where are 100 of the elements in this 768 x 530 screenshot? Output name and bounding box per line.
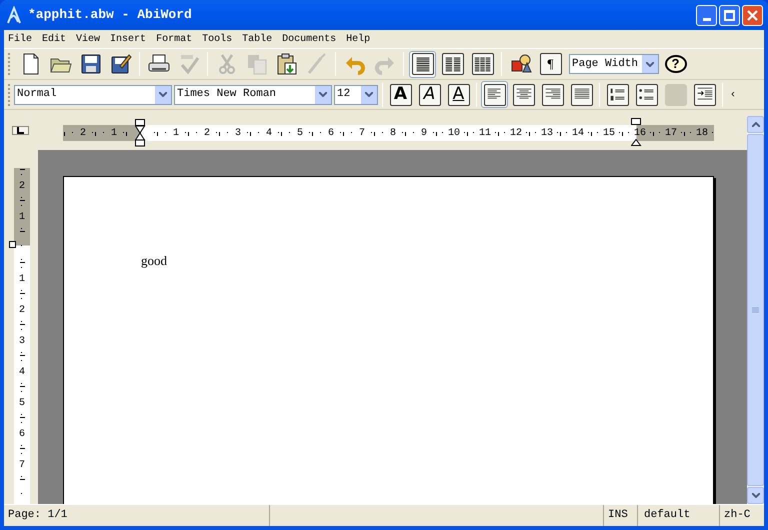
chevron-down-icon [319,92,327,97]
ruler-number: 7 [358,126,365,140]
italic-button[interactable]: A [416,81,443,108]
ruler-number: 1 [18,273,25,287]
close-icon [747,10,758,20]
bullet-list-icon [636,84,658,106]
more-tools-button[interactable]: ‹ [727,81,739,108]
ruler-number: 9 [420,126,427,140]
single-column-icon [412,53,434,75]
dropdown-field[interactable]: Normal [14,84,172,104]
margin-marker[interactable] [9,241,17,249]
indent-icon [694,84,716,106]
chevron-down-icon [159,92,167,97]
ruler-number: 3 [234,126,241,140]
ruler-tick-icon [63,130,66,136]
ruler-number: 5 [18,397,25,411]
three-columns-icon [472,53,494,75]
numbered-list-icon [606,84,628,106]
ruler-number: 14 [572,126,584,140]
bullet-list-button[interactable] [633,81,660,108]
dropdown-field[interactable]: Times New Roman [174,84,332,104]
menu-item[interactable]: Table [239,32,276,46]
numbered-list-button[interactable] [604,81,631,108]
align-left-button[interactable] [481,81,508,108]
tab-stop-button[interactable] [12,126,29,135]
minimize-button[interactable] [696,4,717,26]
ruler-number: 10 [448,126,460,140]
menu-item[interactable]: View [73,32,104,46]
insert-mode-indicator: INS [604,505,638,526]
style-indicator: default [638,505,720,526]
bold-button[interactable]: A [387,81,414,108]
scroll-up-button[interactable] [747,116,764,133]
indent-button[interactable] [691,81,718,108]
shapes-icon [510,53,532,75]
margin-marker[interactable] [631,118,642,125]
ruler-number: 8 [390,126,396,140]
dropdown-field[interactable]: Page Width [569,54,659,74]
align-justify-button[interactable] [568,81,595,108]
dropdown-button[interactable] [361,86,377,104]
ruler-number: 7 [18,459,25,473]
underline-button[interactable]: A [445,81,472,108]
ruler-number: 11 [478,126,491,140]
single-column-button[interactable] [409,50,436,78]
ruler-number: 4 [266,126,272,140]
menu-item[interactable]: Edit [39,32,70,46]
ruler-number: 1 [18,211,25,225]
ruler-number: 2 [18,180,25,194]
brush-icon [306,53,328,75]
align-justify-icon [570,84,592,106]
ruler-number: 6 [328,126,334,140]
dropdown-field[interactable]: 12 [334,84,378,104]
margin-marker[interactable] [135,119,146,147]
ruler-number: 2 [18,304,25,318]
toolbar-grip[interactable] [8,53,11,75]
floppy-pencil-icon [110,53,132,75]
align-center-button[interactable] [510,81,537,108]
dropdown-button[interactable] [642,55,658,73]
ruler-number: 1 [110,126,117,140]
close-button[interactable] [742,4,763,26]
app-logo-icon [6,6,22,24]
menu-item[interactable]: Help [343,32,374,46]
menu-item[interactable]: File [5,32,36,46]
ruler-number: 6 [18,428,25,442]
align-right-button[interactable] [539,81,566,108]
three-columns-button[interactable] [469,50,496,78]
align-left-icon [484,84,506,106]
ruler-number: 1 [172,126,179,140]
ruler-number: 18 [696,126,708,140]
window-title: *apphit.abw - AbiWord [28,6,192,24]
ruler-tick-icon [19,168,25,171]
grip-icon [752,306,759,314]
left-tab-icon [17,127,24,134]
indent-marker[interactable] [631,139,642,146]
ruler-number: 2 [80,126,86,140]
chevron-down-icon [365,92,373,97]
chevron-down-icon [646,62,654,66]
page-indicator: Page: 1/1 [4,505,270,526]
menu-item[interactable]: Documents [279,32,340,46]
toolbar-grip[interactable] [8,84,11,106]
ruler-number: 12 [510,126,522,140]
align-center-icon [512,84,534,106]
minimize-icon [702,18,710,20]
show-formatting-button[interactable]: ¶ [537,50,564,78]
two-columns-button[interactable] [439,50,466,78]
ruler-number: 4 [18,366,25,380]
dropdown-button[interactable] [155,86,171,104]
copy-icon [246,53,268,75]
clipboard-icon [276,53,298,75]
maximize-button[interactable] [719,4,740,26]
maximize-icon [724,10,735,20]
two-columns-icon [442,53,464,75]
ruler-number: 3 [18,335,25,349]
menu-item[interactable]: Format [153,32,196,46]
menu-item[interactable]: Tools [199,32,236,46]
dropdown-button[interactable] [315,86,331,104]
ruler-number: 13 [540,126,553,140]
menu-item[interactable]: Insert [107,32,150,46]
align-right-icon [542,84,564,106]
ruler-number: 15 [602,126,615,140]
scroll-down-button[interactable] [747,487,764,504]
